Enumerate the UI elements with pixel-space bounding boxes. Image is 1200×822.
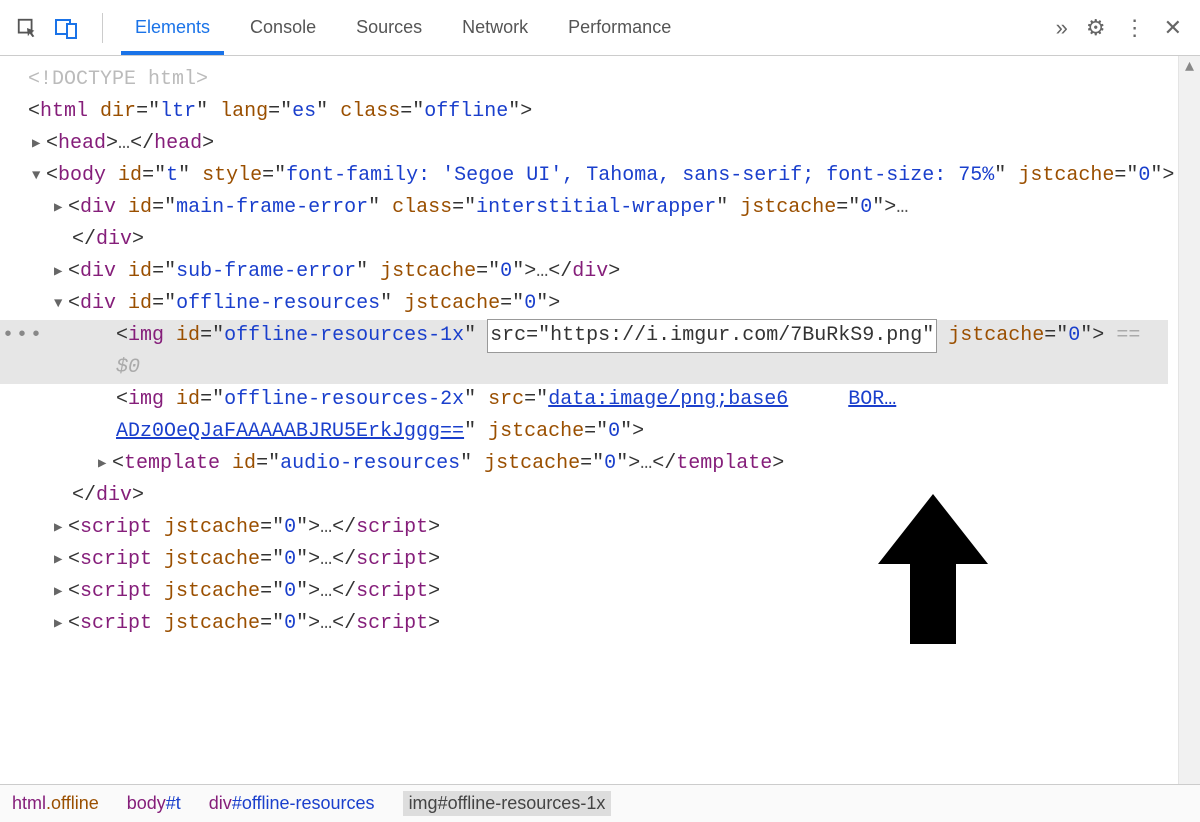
more-tabs-icon[interactable]: »	[1056, 15, 1068, 41]
close-icon[interactable]: ✕	[1164, 15, 1182, 41]
scroll-up-icon[interactable]: ▴	[1182, 58, 1197, 72]
toolbar-separator	[102, 13, 103, 43]
node-actions-icon[interactable]: •••	[2, 320, 44, 352]
body-open[interactable]: ▼<body id="t" style="font-family: 'Segoe…	[28, 160, 1168, 192]
doctype-line: <!DOCTYPE html>	[28, 64, 1168, 96]
offline-resources-open[interactable]: ▼<div id="offline-resources" jstcache="0…	[28, 288, 1168, 320]
breadcrumb-img-selected[interactable]: img#offline-resources-1x	[403, 791, 612, 816]
vertical-scrollbar[interactable]: ▴	[1178, 56, 1200, 784]
elements-panel: <!DOCTYPE html> <html dir="ltr" lang="es…	[0, 56, 1200, 784]
inspect-element-icon[interactable]	[10, 11, 44, 45]
breadcrumb-html[interactable]: html.offline	[12, 793, 99, 814]
device-toggle-icon[interactable]	[50, 11, 84, 45]
main-frame-error-close: </div>	[28, 224, 1168, 256]
dom-tree[interactable]: <!DOCTYPE html> <html dir="ltr" lang="es…	[0, 56, 1178, 784]
img-2x[interactable]: <img id="offline-resources-2x" src="data…	[28, 384, 1168, 448]
main-frame-error[interactable]: ▶<div id="main-frame-error" class="inter…	[28, 192, 1168, 224]
script-3[interactable]: ▶<script jstcache="0">…</script>	[28, 576, 1168, 608]
kebab-menu-icon[interactable]: ⋮	[1124, 15, 1146, 41]
template-audio[interactable]: ▶<template id="audio-resources" jstcache…	[28, 448, 1168, 480]
sub-frame-error[interactable]: ▶<div id="sub-frame-error" jstcache="0">…	[28, 256, 1168, 288]
tab-performance[interactable]: Performance	[548, 0, 691, 55]
devtools-toolbar: Elements Console Sources Network Perform…	[0, 0, 1200, 56]
selected-node[interactable]: ••• <img id="offline-resources-1x" src="…	[0, 320, 1168, 384]
script-2[interactable]: ▶<script jstcache="0">…</script>	[28, 544, 1168, 576]
head-collapsed[interactable]: ▶<head>…</head>	[28, 128, 1168, 160]
tab-elements[interactable]: Elements	[115, 0, 230, 55]
attribute-edit-input[interactable]: src="https://i.imgur.com/7BuRkS9.png"	[488, 320, 936, 352]
tab-sources[interactable]: Sources	[336, 0, 442, 55]
offline-resources-close: </div>	[28, 480, 1168, 512]
breadcrumb: html.offline body#t div#offline-resource…	[0, 784, 1200, 822]
panel-tabs: Elements Console Sources Network Perform…	[115, 0, 691, 55]
tab-console[interactable]: Console	[230, 0, 336, 55]
tab-network[interactable]: Network	[442, 0, 548, 55]
breadcrumb-body[interactable]: body#t	[127, 793, 181, 814]
script-4[interactable]: ▶<script jstcache="0">…</script>	[28, 608, 1168, 640]
breadcrumb-div[interactable]: div#offline-resources	[209, 793, 375, 814]
html-open[interactable]: <html dir="ltr" lang="es" class="offline…	[28, 96, 1168, 128]
script-1[interactable]: ▶<script jstcache="0">…</script>	[28, 512, 1168, 544]
settings-icon[interactable]: ⚙	[1086, 15, 1106, 41]
